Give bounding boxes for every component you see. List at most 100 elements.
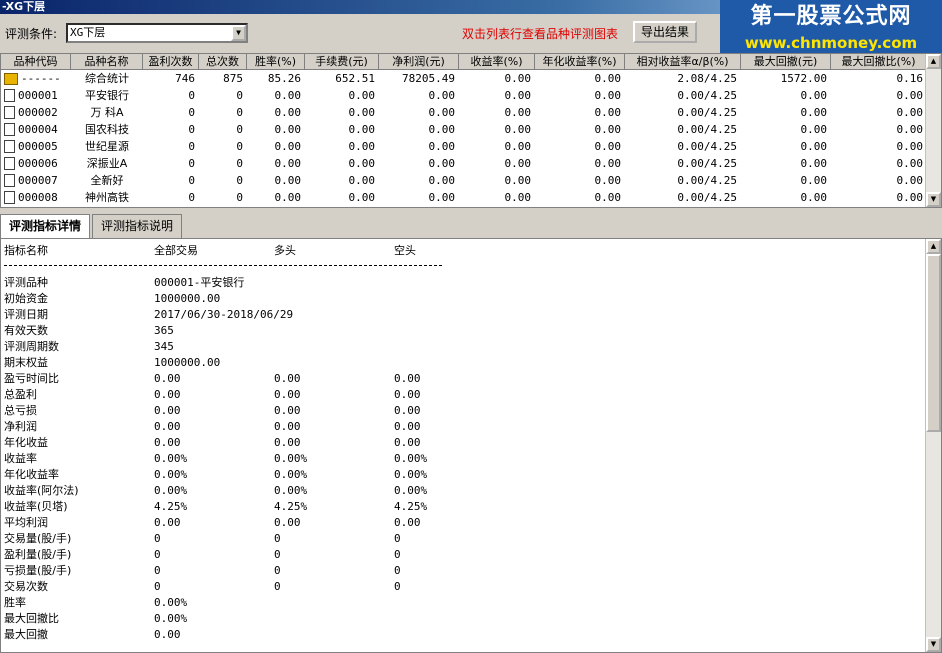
cell-value: 0.00 [800, 191, 828, 204]
table-row[interactable]: 000006 深振业A 0 0 0.00 0.00 0.00 0.00 0.00 0.00/4.2… [1, 155, 927, 172]
detail-value: 0.00 [394, 516, 421, 529]
cell-value: 0 [188, 89, 195, 102]
condition-value: XG下层 [70, 26, 106, 39]
detail-value: 345 [154, 340, 174, 353]
cell-value: 0.00 [594, 106, 622, 119]
cell-value: 0 [236, 174, 243, 187]
cell-value: 0.00 [504, 72, 532, 85]
detail-value: 0.00% [274, 484, 308, 497]
column-header[interactable]: 胜率(%) [247, 54, 305, 70]
scroll-up-icon[interactable]: ▲ [926, 54, 941, 69]
document-icon [4, 106, 15, 119]
export-button[interactable]: 导出结果 [633, 21, 697, 43]
tab-detail[interactable]: 评测指标详情 [0, 214, 91, 240]
table-row[interactable]: 000002 万 科A 0 0 0.00 0.00 0.00 0.00 0.00 0.00/4.2… [1, 104, 927, 121]
cell-value: 0.00 [594, 123, 622, 136]
cell-value: 2.08/4.25 [677, 72, 737, 85]
cell-value: 0.00 [428, 174, 456, 187]
cell-value: 0.00 [504, 174, 532, 187]
cell-value: 0.00 [896, 89, 924, 102]
detail-label: 最大回撤 [4, 628, 48, 641]
detail-row: 盈利量(股/手) 0 0 0 [4, 547, 924, 563]
document-icon [4, 157, 15, 170]
detail-value: 0.00 [274, 404, 301, 417]
cell-value: 0.00 [428, 157, 456, 170]
detail-value: 0.00 [154, 436, 181, 449]
detail-value: 4.25% [154, 500, 188, 513]
table-row[interactable]: 000007 全新好 0 0 0.00 0.00 0.00 0.00 0.00 0.00/4.25… [1, 172, 927, 189]
grid-header: 品种代码 品种名称 盈利次数 总次数 胜率(%) 手续费(元) 净利润(元) 收益率(%) 年化… [1, 54, 927, 70]
detail-value: 0.00% [394, 484, 428, 497]
table-row[interactable]: 000001 平安银行 0 0 0.00 0.00 0.00 0.00 0.00 0.00/4.2… [1, 87, 927, 104]
results-grid[interactable]: 品种代码 品种名称 盈利次数 总次数 胜率(%) 手续费(元) 净利润(元) 收益率(%) 年化… [0, 53, 942, 208]
cell-value: 0.00 [504, 106, 532, 119]
detail-value: 0.00 [274, 516, 301, 529]
column-header[interactable]: 净利润(元) [379, 54, 459, 70]
detail-value: 4.25% [394, 500, 428, 513]
scroll-up-icon[interactable]: ▲ [926, 239, 941, 254]
cell-code: ------ [1, 70, 71, 87]
watermark-main: 第一股票公式网 [750, 4, 912, 29]
cell-value: 875 [223, 72, 243, 85]
column-header[interactable]: 手续费(元) [305, 54, 379, 70]
table-row[interactable]: 000008 神州高铁 0 0 0.00 0.00 0.00 0.00 0.00 0.00/4.2… [1, 189, 927, 206]
cell-value: 0.00 [274, 106, 302, 119]
detail-value: 0.00% [154, 596, 188, 609]
table-row[interactable]: 000004 国农科技 0 0 0.00 0.00 0.00 0.00 0.00 0.00/4.2… [1, 121, 927, 138]
cell-name: 深振业A [86, 157, 128, 170]
grid-scrollbar[interactable]: ▲ ▼ [925, 54, 941, 207]
document-icon [4, 140, 15, 153]
detail-value: 0 [274, 548, 281, 561]
column-header[interactable]: 收益率(%) [459, 54, 535, 70]
detail-label: 收益率 [4, 452, 37, 465]
column-header[interactable]: 最大回撤(元) [741, 54, 831, 70]
cell-value: 0.00/4.25 [677, 191, 737, 204]
column-header[interactable]: 最大回撤比(%) [831, 54, 927, 70]
tab-explain[interactable]: 评测指标说明 [92, 214, 183, 238]
cell-value: 1572.00 [780, 72, 827, 85]
detail-value: 0 [154, 580, 161, 593]
detail-value: 0.00 [274, 420, 301, 433]
cell-value: 0.00 [348, 191, 376, 204]
cell-value: 0.00 [800, 140, 828, 153]
scroll-down-icon[interactable]: ▼ [926, 637, 941, 652]
detail-label: 总盈利 [4, 388, 37, 401]
detail-row: 评测周期数 345 [4, 339, 924, 355]
detail-value: 0.00 [274, 372, 301, 385]
cell-value: 0.00 [800, 89, 828, 102]
detail-row: 初始资金 1000000.00 [4, 291, 924, 307]
cell-code: 000005 [1, 138, 71, 155]
cell-code: 000008 [1, 189, 71, 206]
detail-header-short: 空头 [394, 244, 416, 257]
code-text: 000005 [18, 140, 58, 153]
detail-scrollbar[interactable]: ▲ ▼ [925, 239, 941, 652]
detail-tabs: 评测指标详情 评测指标说明 [0, 214, 184, 240]
cell-name: 万 科A [90, 106, 124, 119]
detail-row: 总盈利 0.00 0.00 0.00 [4, 387, 924, 403]
column-header[interactable]: 品种代码 [1, 54, 71, 70]
condition-select[interactable]: XG下层 ▼ [66, 23, 248, 43]
column-header[interactable]: 相对收益率α/β(%) [625, 54, 741, 70]
detail-value: 0.00% [274, 452, 308, 465]
scroll-down-icon[interactable]: ▼ [926, 192, 941, 207]
chevron-down-icon[interactable]: ▼ [231, 25, 246, 41]
detail-value: 0 [394, 548, 401, 561]
table-row[interactable]: ------ 综合统计 746 875 85.26 652.51 78205.49 0.00 0… [1, 70, 927, 87]
column-header[interactable]: 品种名称 [71, 54, 143, 70]
detail-value: 0.00 [394, 372, 421, 385]
cell-value: 0 [236, 89, 243, 102]
detail-header-long: 多头 [274, 244, 296, 257]
table-row[interactable]: 000005 世纪星源 0 0 0.00 0.00 0.00 0.00 0.00 0.00/4.2… [1, 138, 927, 155]
cell-value: 0.00 [428, 123, 456, 136]
scroll-thumb[interactable] [926, 254, 941, 432]
cell-value: 0 [188, 123, 195, 136]
column-header[interactable]: 年化收益率(%) [535, 54, 625, 70]
column-header[interactable]: 总次数 [199, 54, 247, 70]
detail-label: 亏损量(股/手) [4, 564, 72, 577]
column-header[interactable]: 盈利次数 [143, 54, 199, 70]
cell-value: 78205.49 [402, 72, 455, 85]
detail-label: 交易次数 [4, 580, 48, 593]
detail-label: 有效天数 [4, 324, 48, 337]
detail-label: 评测品种 [4, 276, 48, 289]
detail-value: 0.00 [154, 628, 181, 641]
